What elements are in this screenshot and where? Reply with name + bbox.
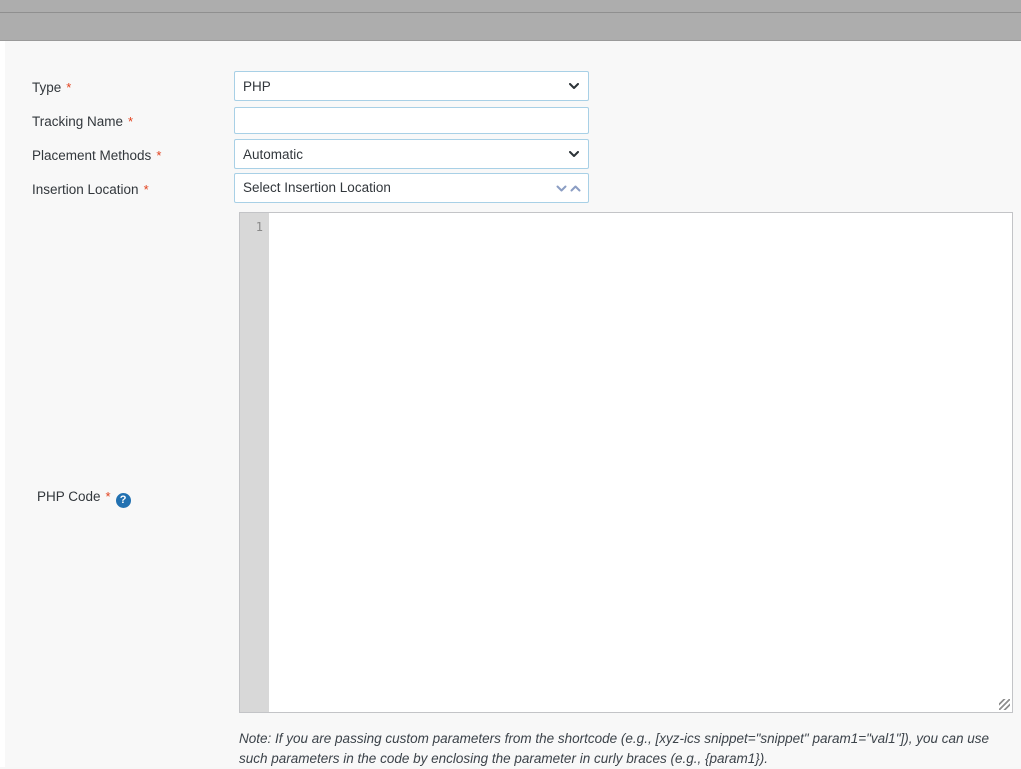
label-insertion-location-text: Insertion Location	[32, 182, 139, 197]
type-select[interactable]: PHP	[234, 71, 589, 101]
question-mark-icon[interactable]: ?	[116, 493, 131, 508]
php-code-note: Note: If you are passing custom paramete…	[239, 729, 999, 769]
required-asterisk: *	[66, 80, 71, 95]
tracking-name-input[interactable]	[234, 107, 589, 134]
form-row-placement-methods: Placement Methods * Automatic	[5, 139, 1021, 173]
label-placement-methods-text: Placement Methods	[32, 148, 151, 163]
chevron-down-icon[interactable]	[556, 179, 567, 197]
required-asterisk: *	[106, 489, 111, 504]
field-insertion-location-wrap: Select Insertion Location	[234, 173, 589, 203]
window-chrome-top	[0, 0, 1021, 12]
form-content-area: Type * PHP Tracking Name *	[5, 41, 1021, 767]
placement-methods-select[interactable]: Automatic	[234, 139, 589, 169]
type-select-wrap: PHP	[234, 71, 589, 101]
field-tracking-name-wrap	[234, 107, 589, 134]
form-row-tracking-name: Tracking Name *	[5, 105, 1021, 139]
resize-grip-icon[interactable]	[999, 699, 1010, 710]
php-code-editor[interactable]: 1	[239, 212, 1013, 713]
label-tracking-name: Tracking Name *	[32, 113, 133, 131]
label-php-code: PHP Code *?	[37, 488, 131, 508]
line-number: 1	[256, 220, 263, 234]
form-row-insertion-location: Insertion Location * Select Insertion Loc…	[5, 173, 1021, 207]
field-placement-methods-wrap: Automatic	[234, 139, 589, 169]
label-placement-methods: Placement Methods *	[32, 147, 161, 165]
admin-toolbar[interactable]	[0, 13, 1021, 40]
insertion-location-value: Select Insertion Location	[243, 174, 391, 202]
required-asterisk: *	[128, 114, 133, 129]
field-type-wrap: PHP	[234, 71, 589, 101]
label-php-code-text: PHP Code	[37, 489, 101, 504]
placement-methods-select-wrap: Automatic	[234, 139, 589, 169]
label-type-text: Type	[32, 80, 61, 95]
label-tracking-name-text: Tracking Name	[32, 114, 123, 129]
chevron-up-icon[interactable]	[570, 179, 581, 197]
required-asterisk: *	[156, 148, 161, 163]
editor-code-area[interactable]	[269, 213, 1012, 712]
insertion-location-combobox[interactable]: Select Insertion Location	[234, 173, 589, 203]
label-type: Type *	[32, 79, 71, 97]
form-row-type: Type * PHP	[5, 71, 1021, 105]
editor-gutter: 1	[240, 213, 269, 712]
insertion-location-arrows	[556, 174, 581, 202]
label-insertion-location: Insertion Location *	[32, 181, 149, 199]
editor-caret	[270, 219, 271, 234]
required-asterisk: *	[144, 182, 149, 197]
page-body: Type * PHP Tracking Name *	[0, 41, 1021, 767]
